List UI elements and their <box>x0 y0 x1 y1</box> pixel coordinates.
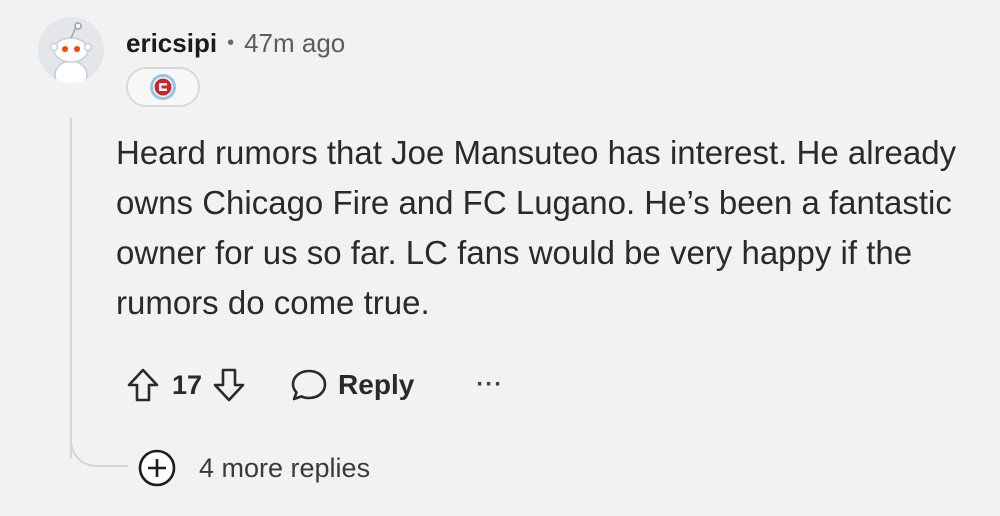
thread-connector <box>70 425 128 467</box>
timestamp: 47m ago <box>244 28 346 58</box>
speech-bubble-icon <box>291 369 327 401</box>
username[interactable]: ericsipi <box>126 28 217 59</box>
user-flair <box>126 67 200 107</box>
reply-button[interactable]: Reply <box>290 367 414 403</box>
comment-header: ericsipi • 47m ago <box>126 28 345 59</box>
vote-count: 17 <box>172 369 203 400</box>
avatar[interactable] <box>38 17 104 83</box>
more-options-button[interactable]: ··· <box>476 373 503 397</box>
chicago-fire-crest-icon <box>150 74 176 100</box>
thread-line[interactable] <box>70 118 72 458</box>
snoo-avatar-icon <box>38 17 104 83</box>
downvote-arrow-icon[interactable] <box>212 367 246 403</box>
separator-dot: • <box>227 32 235 54</box>
comment-body: Heard rumors that Joe Mansuteo has inter… <box>116 134 957 321</box>
plus-circle-icon <box>138 449 176 487</box>
more-replies-button[interactable]: 4 more replies <box>137 448 370 488</box>
more-replies-label: 4 more replies <box>199 452 371 483</box>
reply-label: Reply <box>338 369 415 400</box>
comment-actions: 17 Reply ··· <box>126 362 503 408</box>
upvote-arrow-icon[interactable] <box>126 367 160 403</box>
